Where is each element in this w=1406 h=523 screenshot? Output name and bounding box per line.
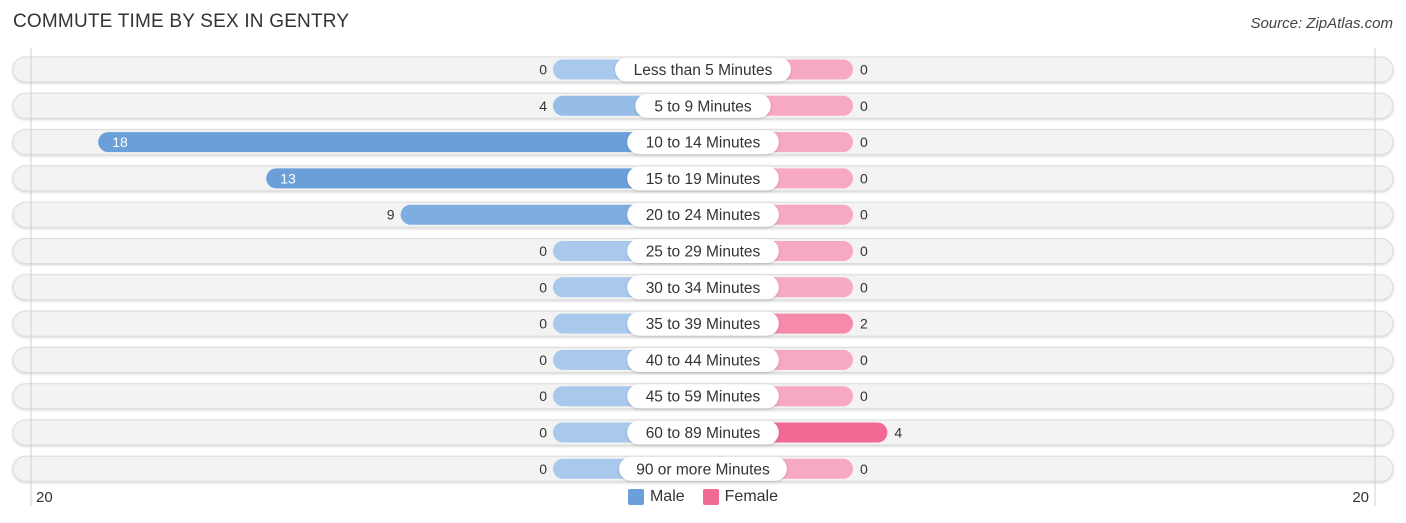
chart-svg: 0 0 Less than 5 Minutes 4 0 5 to 9 Minutes 18 0… [12,48,1394,507]
value-label-female: 0 [860,279,868,295]
category-label: 35 to 39 Minutes [646,316,761,333]
value-label-female: 0 [860,134,868,150]
category-label: 25 to 29 Minutes [646,244,761,261]
value-label-male: 18 [112,134,128,150]
value-label-female: 0 [860,98,868,114]
category-label: 5 to 9 Minutes [654,98,752,115]
category-label: 15 to 19 Minutes [646,171,761,188]
legend-swatch-female [702,489,719,505]
value-label-female: 0 [860,207,868,223]
category-label: 45 to 59 Minutes [646,389,761,406]
value-label-female: 0 [860,243,868,259]
legend-label-female: Female [724,488,779,505]
value-label-female: 0 [860,170,868,186]
value-label-male: 0 [539,425,547,441]
value-label-male: 0 [539,279,547,295]
category-label: 20 to 24 Minutes [646,207,761,224]
value-label-male: 0 [539,62,547,78]
legend-item-female[interactable]: Female [702,488,779,506]
category-label: 10 to 14 Minutes [646,135,761,152]
value-label-male: 0 [539,316,547,332]
legend-swatch-male [627,489,644,505]
value-label-male: 0 [539,352,547,368]
category-label: 30 to 34 Minutes [646,280,761,297]
value-label-male: 0 [539,243,547,259]
value-label-female: 4 [894,425,902,441]
value-label-male: 9 [387,207,395,223]
value-label-male: 0 [539,461,547,477]
category-label: Less than 5 Minutes [634,62,773,79]
legend: Male Female [0,488,1406,506]
value-label-female: 0 [860,388,868,404]
value-label-male: 4 [539,98,547,114]
category-label: 60 to 89 Minutes [646,425,761,442]
value-label-male: 13 [280,170,296,186]
category-label: 40 to 44 Minutes [646,352,761,369]
value-label-male: 0 [539,388,547,404]
value-label-female: 2 [860,316,868,332]
value-label-female: 0 [860,461,868,477]
legend-item-male[interactable]: Male [627,488,685,506]
legend-label-male: Male [649,488,685,505]
category-label: 90 or more Minutes [636,461,770,478]
value-label-female: 0 [860,352,868,368]
bar-male [98,132,703,153]
value-label-female: 0 [860,62,868,78]
